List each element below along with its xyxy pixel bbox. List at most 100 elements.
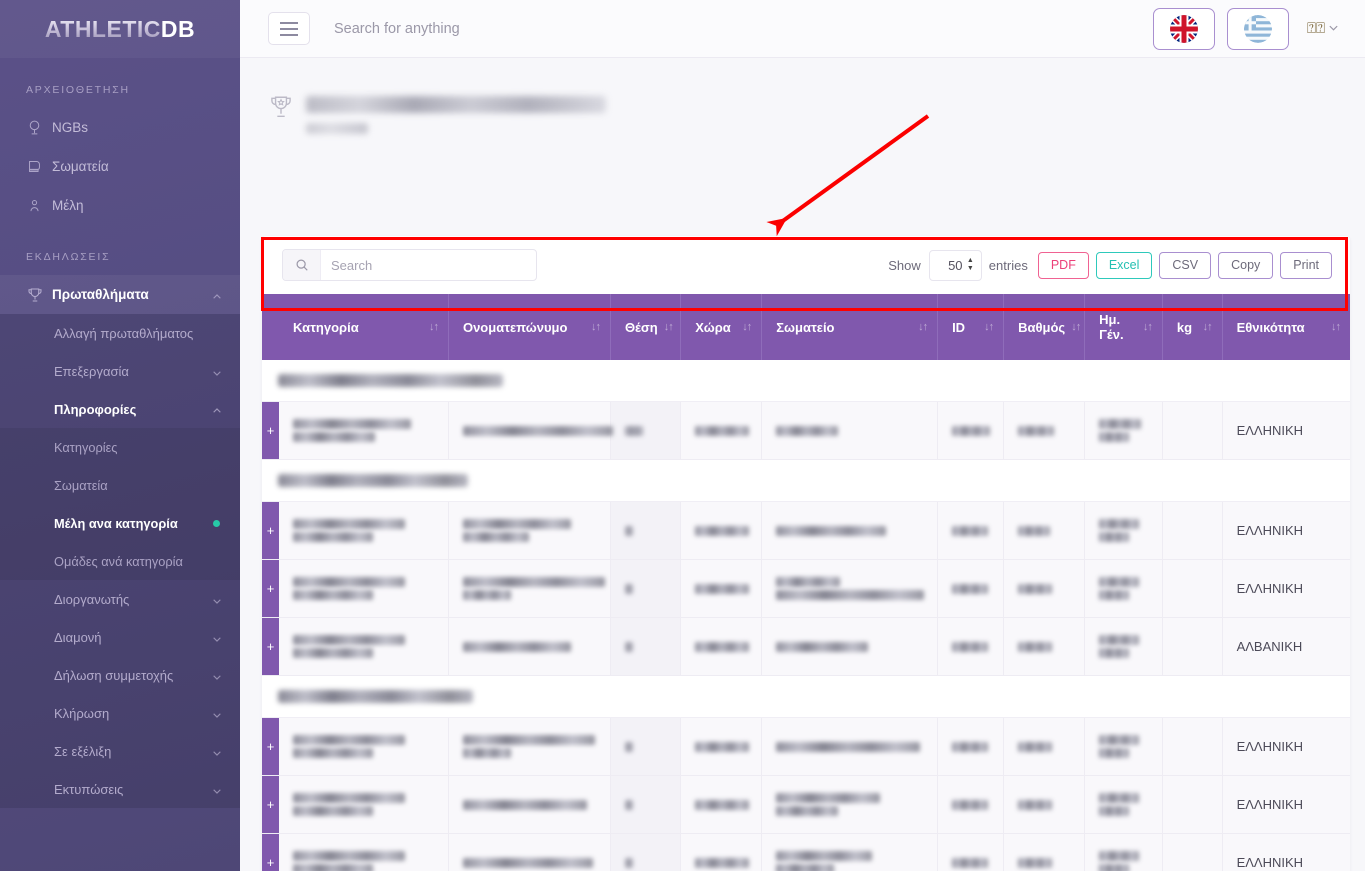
group-header-row[interactable]: [262, 459, 1350, 502]
global-search-input[interactable]: [332, 19, 692, 38]
cell-weight: [1162, 617, 1223, 676]
chevron-down-icon: [212, 746, 222, 756]
column-header-birthdate[interactable]: Ημ. Γέν. ↓↑: [1084, 294, 1163, 360]
cell-nationality: ΕΛΛΗΝΙΚΗ: [1222, 401, 1350, 460]
table-search[interactable]: [282, 249, 537, 281]
sidebar-item-edit[interactable]: Επεξεργασία: [0, 352, 240, 390]
sidebar-item-katigories[interactable]: Κατηγορίες: [0, 428, 240, 466]
brand-name-secondary: DB: [160, 15, 196, 42]
group-header-row[interactable]: [262, 360, 1350, 402]
column-header-fullname[interactable]: Ονοματεπώνυμο ↓↑: [448, 294, 611, 360]
cell-nationality: ΕΛΛΗΝΙΚΗ: [1222, 775, 1350, 834]
sidebar-item-dilosi-symmetoxis[interactable]: Δήλωση συμμετοχής: [0, 656, 240, 694]
row-expand-button[interactable]: +: [262, 401, 280, 460]
group-header-label-redacted: [278, 374, 503, 387]
sidebar-item-somateia[interactable]: Σωματεία: [0, 147, 240, 186]
cell-country: [680, 559, 763, 618]
column-label: Θέση: [624, 319, 658, 335]
table-search-input[interactable]: [321, 257, 536, 273]
column-header-nationality[interactable]: Εθνικότητα ↓↑: [1222, 294, 1350, 360]
sidebar-item-meli-ana-katigoria[interactable]: Μέλη ανα κατηγορία: [0, 504, 240, 542]
table-header-row: Κατηγορία ↓↑ Ονοματεπώνυμο ↓↑ Θέση ↓↑ Χώ…: [262, 294, 1350, 360]
column-header-position[interactable]: Θέση ↓↑: [610, 294, 682, 360]
sidebar-item-diorganotis[interactable]: Διοργανωτής: [0, 580, 240, 618]
group-header-label-redacted: [278, 474, 468, 487]
table-row[interactable]: + ΕΛΛΗΝΙΚΗ: [262, 717, 1350, 776]
sidebar-item-somateia-sub[interactable]: Σωματεία: [0, 466, 240, 504]
sidebar-item-meli[interactable]: Μέλη: [0, 186, 240, 225]
language-button-el[interactable]: [1226, 7, 1289, 50]
trophy-icon: [268, 94, 294, 120]
column-header-weight[interactable]: kg ↓↑: [1162, 294, 1223, 360]
brand-logo[interactable]: ATHLETICDB: [0, 0, 240, 58]
row-expand-button[interactable]: +: [262, 775, 280, 834]
table-row[interactable]: + ΕΛΛΗΝΙΚΗ: [262, 559, 1350, 618]
sidebar-item-protathlimata[interactable]: Πρωταθλήματα: [0, 275, 240, 314]
row-expand-button[interactable]: +: [262, 617, 280, 676]
table-row[interactable]: + ΕΛΛΗΝΙΚΗ: [262, 833, 1350, 871]
sort-updown-icon: ↓↑: [1071, 321, 1081, 333]
cell-category: [279, 401, 449, 460]
sidebar-item-se-exelixi[interactable]: Σε εξέλιξη: [0, 732, 240, 770]
print-button[interactable]: Print: [1280, 251, 1332, 279]
sidebar-item-ngbs[interactable]: NGBs: [0, 108, 240, 147]
datatable-scroll: Κατηγορία ↓↑ Ονοματεπώνυμο ↓↑ Θέση ↓↑ Χώ…: [262, 294, 1350, 871]
cell-category: [279, 833, 449, 871]
sidebar-item-information[interactable]: Πληροφορίες: [0, 390, 240, 428]
members-by-category-table: Κατηγορία ↓↑ Ονοματεπώνυμο ↓↑ Θέση ↓↑ Χώ…: [262, 294, 1350, 871]
cell-id: [937, 833, 1005, 871]
sidebar-item-label: Δήλωση συμμετοχής: [54, 667, 174, 683]
cell-weight: [1162, 559, 1223, 618]
row-expand-button[interactable]: +: [262, 717, 280, 776]
page-size-select[interactable]: 50 ▲ ▼: [928, 249, 982, 281]
group-header-cell: [262, 459, 1350, 502]
column-label: Βαθμός: [1018, 319, 1066, 335]
chevron-down-icon: [212, 632, 222, 642]
copy-button[interactable]: Copy: [1218, 251, 1274, 279]
column-header-country[interactable]: Χώρα ↓↑: [680, 294, 763, 360]
cell-club: [761, 401, 939, 460]
cell-birthdate: [1084, 501, 1163, 560]
sidebar-item-label: Διαμονή: [54, 629, 102, 645]
table-head: Κατηγορία ↓↑ Ονοματεπώνυμο ↓↑ Θέση ↓↑ Χώ…: [262, 294, 1350, 360]
sidebar-item-change-championship[interactable]: Αλλαγή πρωταθλήματος: [0, 314, 240, 352]
cell-nationality: ΕΛΛΗΝΙΚΗ: [1222, 717, 1350, 776]
cell-id: [937, 717, 1005, 776]
sidebar-item-label: Σε εξέλιξη: [54, 743, 112, 759]
export-pdf-button[interactable]: PDF: [1037, 251, 1089, 279]
export-csv-button[interactable]: CSV: [1159, 251, 1212, 279]
sidebar-item-label: NGBs: [52, 120, 89, 135]
cell-grade: [1003, 401, 1086, 460]
sort-updown-icon: ↓↑: [1202, 321, 1213, 333]
expand-column-header: [262, 294, 280, 360]
cell-birthdate: [1084, 717, 1163, 776]
table-row[interactable]: + ΕΛΛΗΝΙΚΗ: [262, 501, 1350, 560]
column-header-grade[interactable]: Βαθμός ↓↑: [1003, 294, 1086, 360]
table-row[interactable]: + ΑΛΒΑΝΙΚΗ: [262, 617, 1350, 676]
championship-submenu: Αλλαγή πρωταθλήματος Επεξεργασία Πληροφο…: [0, 314, 240, 428]
row-expand-button[interactable]: +: [262, 559, 280, 618]
championship-submenu-rest: Διοργανωτής Διαμονή Δήλωση συμμετοχής Κλ…: [0, 580, 240, 808]
column-header-club[interactable]: Σωματείο ↓↑: [761, 294, 939, 360]
sidebar-item-klirosi[interactable]: Κλήρωση: [0, 694, 240, 732]
cell-position: [610, 501, 682, 560]
sidebar-item-omades-ana-katigoria[interactable]: Ομάδες ανά κατηγορία: [0, 542, 240, 580]
sidebar-item-ektyposeis[interactable]: Εκτυπώσεις: [0, 770, 240, 808]
cell-category: [279, 559, 449, 618]
column-header-id[interactable]: ID ↓↑: [937, 294, 1005, 360]
sidebar-item-diamoni[interactable]: Διαμονή: [0, 618, 240, 656]
column-header-category[interactable]: Κατηγορία ↓↑: [279, 294, 449, 360]
hamburger-icon[interactable]: [268, 12, 310, 45]
user-avatar-glyphs: ⍰⍰: [1306, 20, 1325, 37]
cell-club: [761, 559, 939, 618]
row-expand-button[interactable]: +: [262, 501, 280, 560]
information-submenu: Κατηγορίες Σωματεία Μέλη ανα κατηγορία Ο…: [0, 428, 240, 580]
group-header-cell: [262, 360, 1350, 402]
row-expand-button[interactable]: +: [262, 833, 280, 871]
export-excel-button[interactable]: Excel: [1095, 251, 1153, 279]
group-header-row[interactable]: [262, 675, 1350, 718]
language-button-en[interactable]: [1152, 7, 1215, 50]
user-menu[interactable]: ⍰⍰: [1307, 20, 1339, 38]
table-row[interactable]: + ΕΛΛΗΝΙΚΗ: [262, 775, 1350, 834]
table-row[interactable]: + ΕΛΛΗΝΙΚΗ: [262, 401, 1350, 460]
